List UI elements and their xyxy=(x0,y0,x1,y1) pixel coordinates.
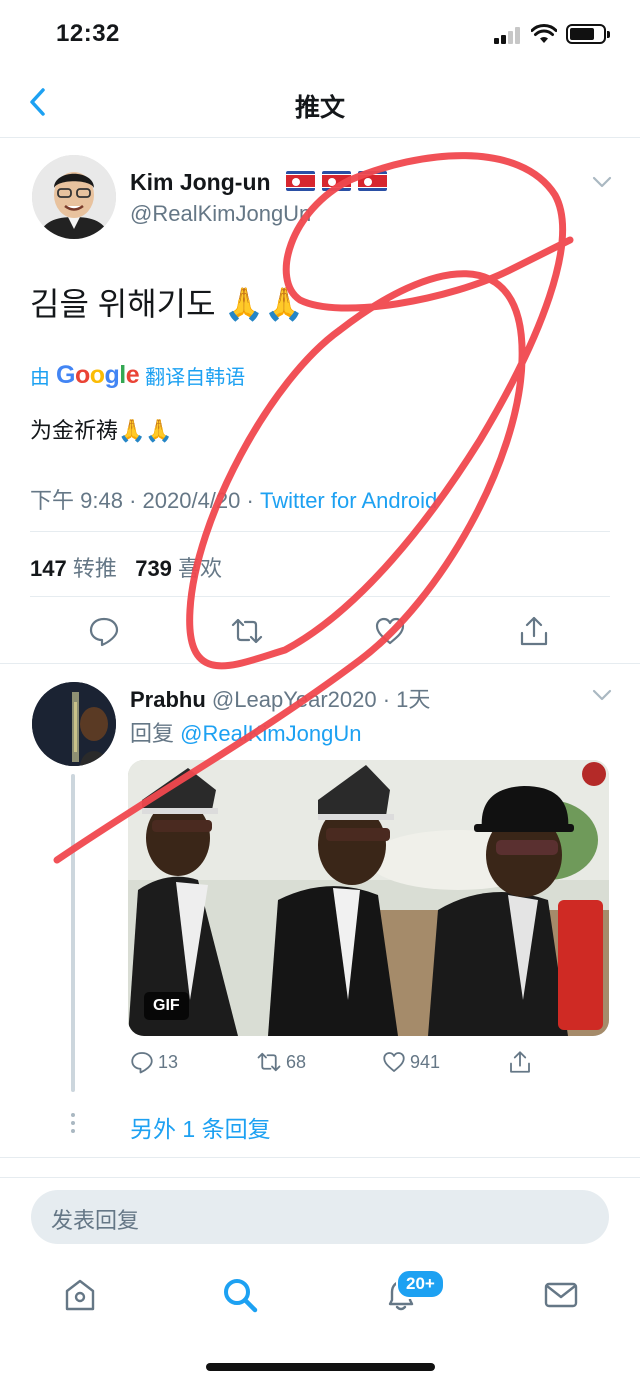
tweet-source-link[interactable]: Twitter for Android xyxy=(260,488,437,513)
reply-share-action[interactable] xyxy=(508,1050,532,1074)
reply-actions: 13 68 941 xyxy=(128,1050,608,1082)
home-icon[interactable] xyxy=(62,1277,98,1313)
battery-icon xyxy=(566,24,610,44)
retweet-count: 68 xyxy=(286,1051,307,1072)
reply-like-action[interactable]: 941 xyxy=(382,1050,440,1074)
status-time: 12:32 xyxy=(56,20,120,47)
translation-suffix: 翻译自韩语 xyxy=(145,367,246,389)
replying-to: 回复 @RealKimJongUn xyxy=(130,716,361,748)
likes-count: 739 xyxy=(135,556,172,581)
more-replies-dots-icon xyxy=(71,1113,75,1133)
divider xyxy=(30,531,610,532)
share-icon[interactable] xyxy=(518,615,550,647)
translation-attribution[interactable]: 由 Google 翻译自韩语 xyxy=(30,361,245,390)
caret-down-icon[interactable] xyxy=(591,688,613,702)
author-name[interactable]: Kim Jong-un xyxy=(130,169,271,196)
translation-prefix: 由 xyxy=(30,367,50,389)
north-korea-flag-icon xyxy=(358,171,387,191)
reply-header: Prabhu @LeapYear2020 · 1天 xyxy=(130,682,430,714)
reply-comment-action[interactable]: 13 xyxy=(130,1050,178,1074)
home-indicator xyxy=(206,1363,435,1371)
tweet-date: 2020/4/20 xyxy=(142,488,241,513)
likes-stat[interactable]: 739 喜欢 xyxy=(135,556,222,581)
reply-input[interactable]: 发表回复 xyxy=(31,1190,609,1244)
retweets-stat[interactable]: 147 转推 xyxy=(30,556,117,581)
gif-thumbnail xyxy=(128,760,609,1036)
likes-label: 喜欢 xyxy=(178,556,223,581)
retweet-icon xyxy=(257,1052,281,1072)
north-korea-flag-icon xyxy=(286,171,315,191)
like-count: 941 xyxy=(410,1051,441,1072)
translated-text: 为金祈祷🙏🙏 xyxy=(30,418,173,443)
reply-author-handle[interactable]: @LeapYear2020 xyxy=(212,687,377,712)
tweet-meta: 下午 9:48 · 2020/4/20 · Twitter for Androi… xyxy=(30,483,437,515)
like-icon xyxy=(383,1052,405,1072)
page-title: 推文 xyxy=(294,94,345,122)
retweet-icon[interactable] xyxy=(231,615,263,647)
reply-tweet[interactable]: Prabhu @LeapYear2020 · 1天 回复 @RealKimJon… xyxy=(0,664,640,1158)
north-korea-flag-icon xyxy=(322,171,351,191)
tweet-text: 김을 위해기도 🙏🙏 xyxy=(30,286,305,322)
status-bar: 12:32 xyxy=(0,0,640,66)
caret-down-icon[interactable] xyxy=(591,175,613,189)
reply-prefix: 回复 xyxy=(130,721,175,746)
reply-separator: · xyxy=(382,687,391,712)
reply-icon[interactable] xyxy=(88,615,120,647)
messages-icon[interactable] xyxy=(543,1277,579,1313)
divider xyxy=(30,596,610,597)
cellular-signal-icon xyxy=(494,26,522,44)
meta-separator: · xyxy=(129,488,137,513)
author-avatar[interactable] xyxy=(32,155,116,239)
flag-emojis xyxy=(286,171,387,191)
main-tweet: Kim Jong-un @RealKimJongUn 김을 위해기도 🙏🙏 由 … xyxy=(0,139,640,664)
reply-avatar[interactable] xyxy=(32,682,116,766)
retweets-count: 147 xyxy=(30,556,67,581)
more-replies-link[interactable]: 另外 1 条回复 xyxy=(130,1110,271,1144)
tweet-actions xyxy=(0,615,640,649)
tweet-time: 下午 9:48 xyxy=(30,488,123,513)
reply-author-name[interactable]: Prabhu xyxy=(130,687,206,712)
tweet-stats: 147 转推 739 喜欢 xyxy=(30,551,222,583)
meta-separator: · xyxy=(246,488,254,513)
gif-media[interactable]: GIF xyxy=(128,760,609,1036)
reply-mention-link[interactable]: @RealKimJongUn xyxy=(180,721,361,746)
reply-composer: 发表回复 xyxy=(0,1177,640,1257)
reply-icon xyxy=(131,1052,153,1074)
retweets-label: 转推 xyxy=(72,556,117,581)
notifications-badge: 20+ xyxy=(396,1269,445,1299)
google-logo: Google xyxy=(56,361,140,389)
wifi-icon xyxy=(531,24,557,43)
share-icon xyxy=(510,1051,530,1073)
author-handle[interactable]: @RealKimJongUn xyxy=(130,201,311,227)
comment-count: 13 xyxy=(158,1051,179,1072)
reply-age: 1天 xyxy=(396,687,431,712)
search-icon[interactable] xyxy=(222,1277,258,1313)
like-icon[interactable] xyxy=(374,615,406,647)
thread-line xyxy=(71,774,75,1092)
gif-badge: GIF xyxy=(144,992,189,1020)
nav-bar: 推文 xyxy=(0,66,640,138)
reply-retweet-action[interactable]: 68 xyxy=(256,1050,306,1074)
